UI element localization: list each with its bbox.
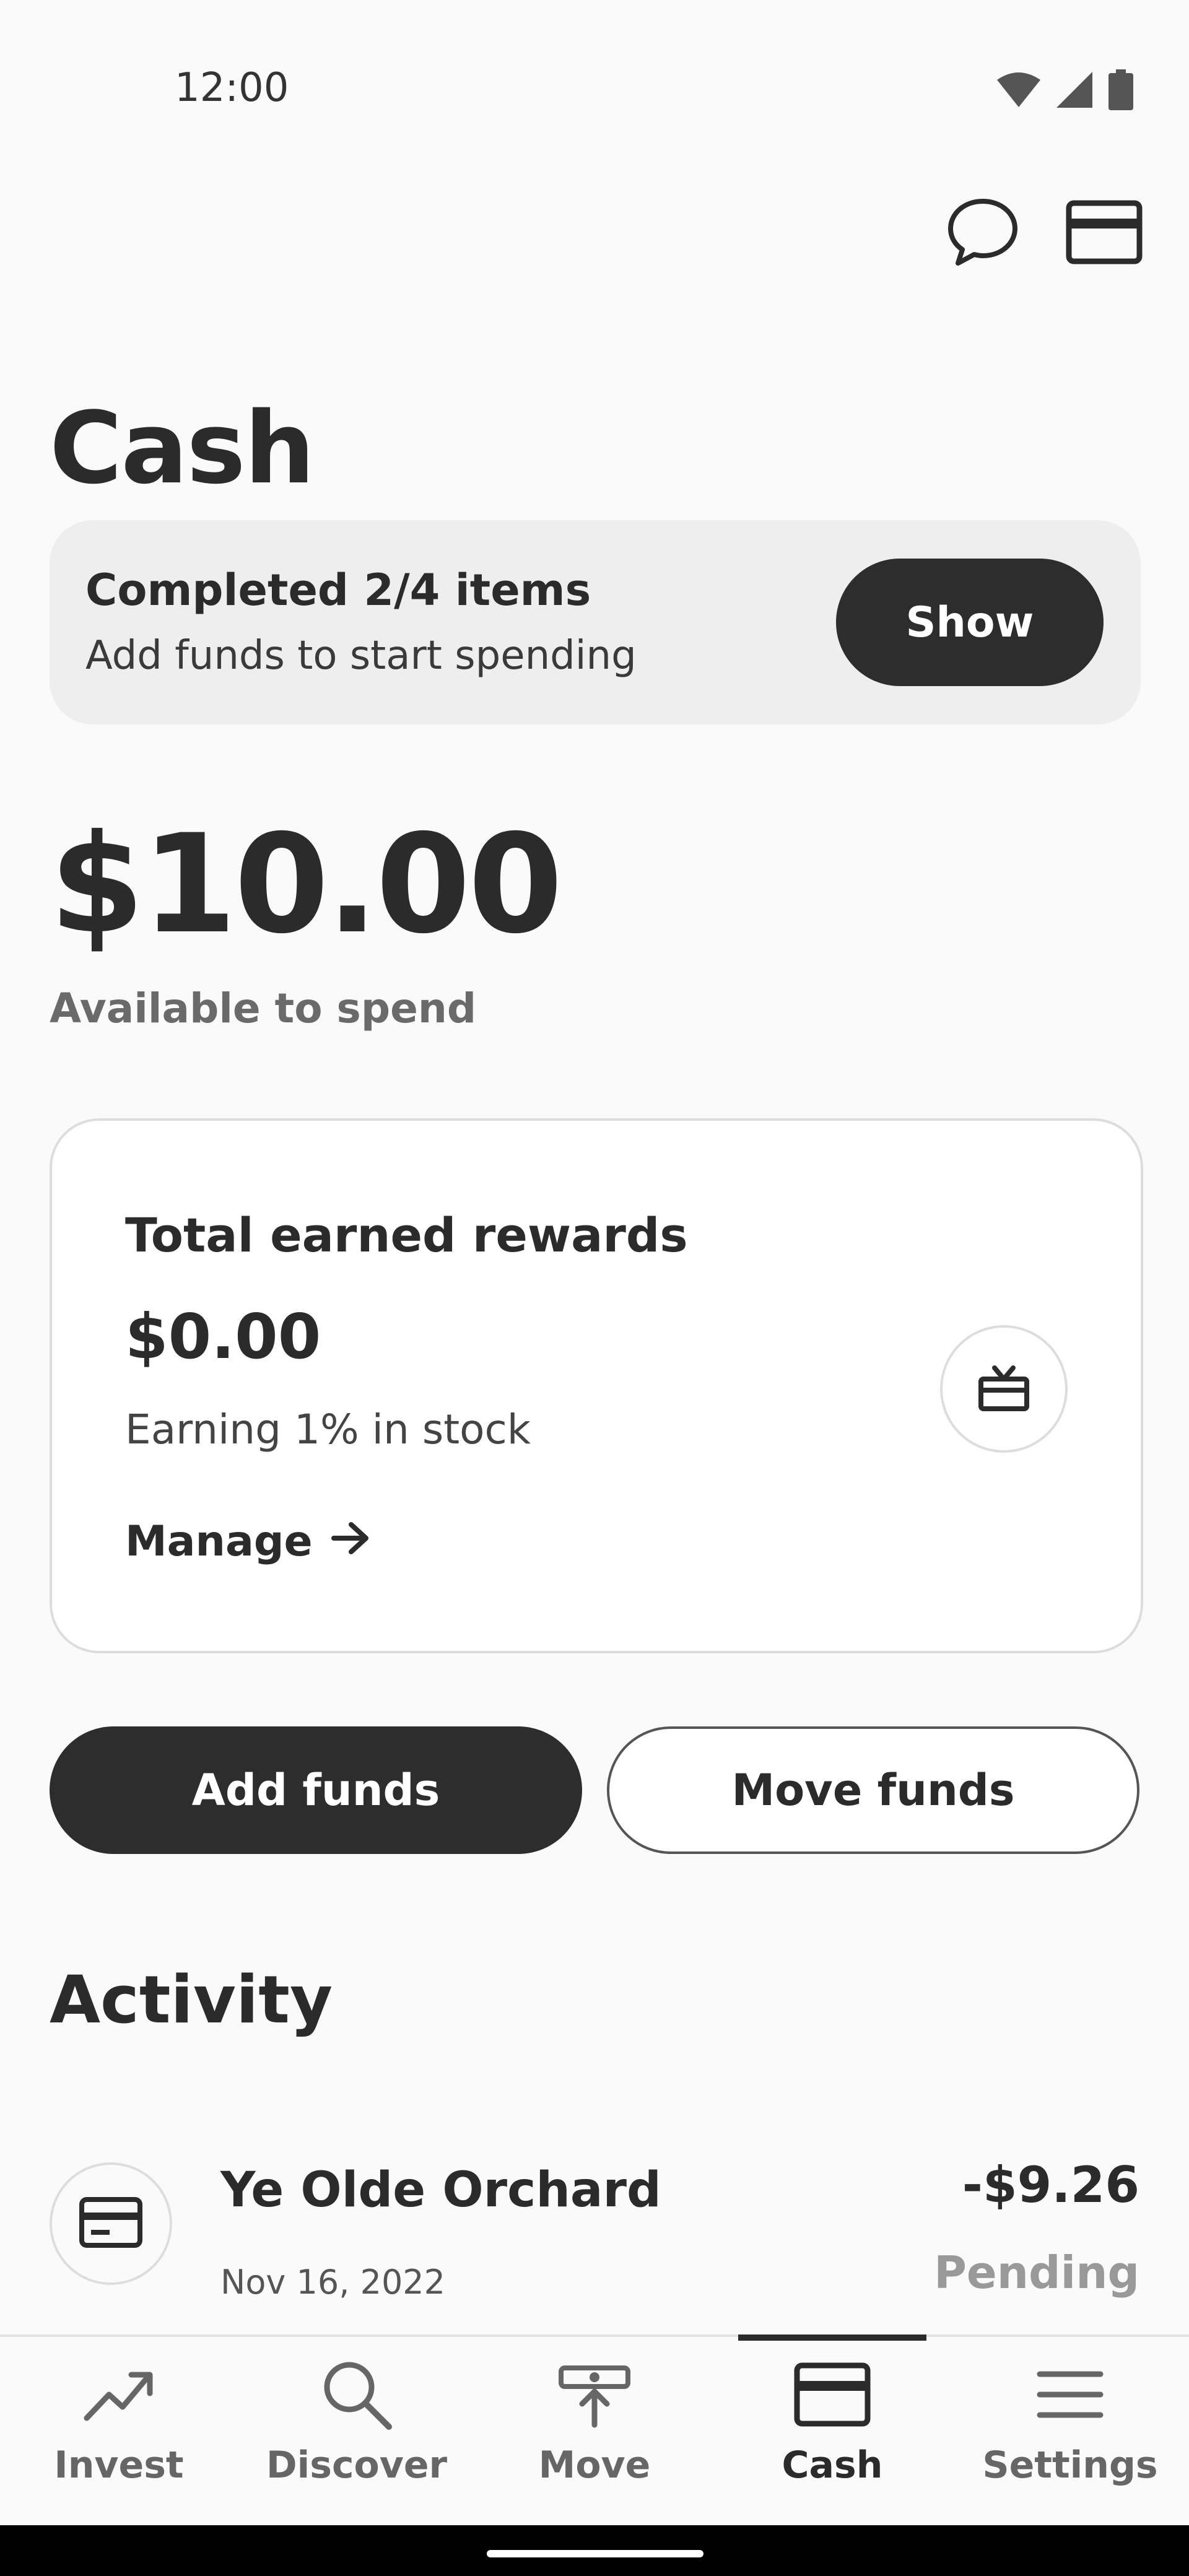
page-title: Cash xyxy=(50,390,315,506)
nav-label-invest: Invest xyxy=(54,2443,184,2487)
rewards-gift-button[interactable] xyxy=(940,1325,1068,1453)
rewards-amount: $0.00 xyxy=(125,1300,321,1373)
balance-label: Available to spend xyxy=(50,985,477,1032)
status-time: 12:00 xyxy=(175,65,289,111)
transaction-name: Ye Olde Orchard xyxy=(220,2162,661,2218)
signal-icon xyxy=(1056,72,1092,110)
move-money-icon xyxy=(557,2354,632,2435)
add-funds-button[interactable]: Add funds xyxy=(50,1726,582,1854)
trend-up-icon xyxy=(82,2354,156,2435)
rewards-note: Earning 1% in stock xyxy=(125,1406,531,1453)
card-icon xyxy=(1066,200,1143,267)
checklist-subtitle: Add funds to start spending xyxy=(85,633,637,679)
checklist-card: Completed 2/4 items Add funds to start s… xyxy=(50,520,1141,724)
nav-item-discover[interactable]: Discover xyxy=(238,2337,476,2528)
move-funds-button[interactable]: Move funds xyxy=(607,1726,1139,1854)
gift-icon xyxy=(977,1363,1030,1415)
manage-label: Manage xyxy=(125,1517,313,1566)
card-button[interactable] xyxy=(1064,193,1144,274)
battery-icon xyxy=(1108,69,1133,113)
card-icon xyxy=(794,2354,871,2435)
wifi-icon xyxy=(997,72,1040,110)
chat-button[interactable] xyxy=(943,193,1023,274)
transaction-date: Nov 16, 2022 xyxy=(220,2263,446,2302)
activity-title: Activity xyxy=(50,1962,333,2038)
rewards-title: Total earned rewards xyxy=(125,1208,688,1263)
nav-label-move: Move xyxy=(538,2443,651,2487)
search-icon xyxy=(320,2354,394,2435)
nav-item-cash[interactable]: Cash xyxy=(713,2337,951,2528)
menu-icon xyxy=(1036,2354,1104,2435)
transaction-status: Pending xyxy=(934,2247,1139,2299)
nav-item-move[interactable]: Move xyxy=(476,2337,713,2528)
manage-link[interactable]: Manage xyxy=(125,1517,371,1566)
nav-label-settings: Settings xyxy=(982,2443,1158,2487)
transaction-icon-circle xyxy=(50,2162,172,2285)
card-icon xyxy=(79,2196,143,2251)
chat-bubble-icon xyxy=(946,195,1020,272)
nav-item-settings[interactable]: Settings xyxy=(951,2337,1189,2528)
checklist-title: Completed 2/4 items xyxy=(85,565,591,616)
balance-amount: $10.00 xyxy=(50,805,563,964)
show-button[interactable]: Show xyxy=(836,559,1104,686)
arrow-right-icon xyxy=(331,1517,371,1566)
rewards-card: Total earned rewards $0.00 Earning 1% in… xyxy=(50,1118,1143,1653)
bottom-nav: Invest Discover Move Cash Settings xyxy=(0,2334,1189,2528)
status-icons xyxy=(997,69,1133,113)
nav-label-cash: Cash xyxy=(782,2443,883,2487)
nav-item-invest[interactable]: Invest xyxy=(0,2337,238,2528)
transaction-amount: -$9.26 xyxy=(962,2156,1139,2214)
home-gesture-handle[interactable] xyxy=(487,2550,703,2557)
nav-label-discover: Discover xyxy=(266,2443,448,2487)
